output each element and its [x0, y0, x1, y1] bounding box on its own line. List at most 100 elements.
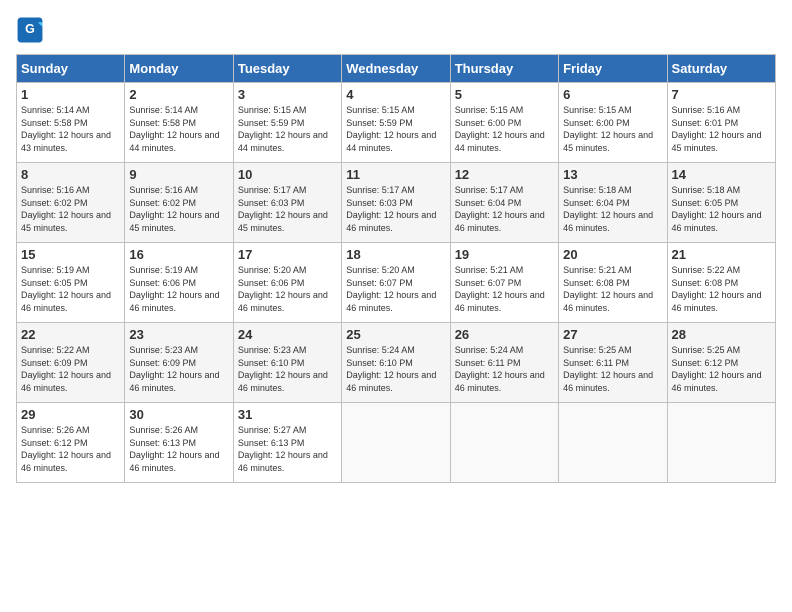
calendar-cell: 25 Sunrise: 5:24 AMSunset: 6:10 PMDayligh…: [342, 323, 450, 403]
day-info: Sunrise: 5:24 AMSunset: 6:11 PMDaylight:…: [455, 344, 554, 394]
calendar-cell: 14 Sunrise: 5:18 AMSunset: 6:05 PMDayligh…: [667, 163, 775, 243]
day-info: Sunrise: 5:25 AMSunset: 6:12 PMDaylight:…: [672, 344, 771, 394]
day-info: Sunrise: 5:18 AMSunset: 6:05 PMDaylight:…: [672, 184, 771, 234]
day-info: Sunrise: 5:14 AMSunset: 5:58 PMDaylight:…: [129, 104, 228, 154]
calendar-cell: 26Sunrise: 5:24 AMSunset: 6:11 PMDayligh…: [450, 323, 558, 403]
day-info: Sunrise: 5:19 AMSunset: 6:05 PMDaylight:…: [21, 264, 120, 314]
calendar-cell: [559, 403, 667, 483]
day-info: Sunrise: 5:17 AMSunset: 6:04 PMDaylight:…: [455, 184, 554, 234]
calendar-cell: 15 Sunrise: 5:19 AMSunset: 6:05 PMDayligh…: [17, 243, 125, 323]
day-number: 27: [563, 327, 662, 342]
day-info: Sunrise: 5:21 AMSunset: 6:08 PMDaylight:…: [563, 264, 662, 314]
day-info: Sunrise: 5:22 AMSunset: 6:08 PMDaylight:…: [672, 264, 771, 314]
calendar-cell: 22 Sunrise: 5:22 AMSunset: 6:09 PMDayligh…: [17, 323, 125, 403]
day-number: 14: [672, 167, 771, 182]
calendar-cell: 31 Sunrise: 5:27 AMSunset: 6:13 PMDayligh…: [233, 403, 341, 483]
day-info: Sunrise: 5:26 AMSunset: 6:12 PMDaylight:…: [21, 424, 120, 474]
calendar-cell: 17 Sunrise: 5:20 AMSunset: 6:06 PMDayligh…: [233, 243, 341, 323]
day-info: Sunrise: 5:18 AMSunset: 6:04 PMDaylight:…: [563, 184, 662, 234]
day-info: Sunrise: 5:15 AMSunset: 5:59 PMDaylight:…: [238, 104, 337, 154]
day-number: 16: [129, 247, 228, 262]
day-info: Sunrise: 5:19 AMSunset: 6:06 PMDaylight:…: [129, 264, 228, 314]
day-number: 5: [455, 87, 554, 102]
calendar-cell: 11Sunrise: 5:17 AMSunset: 6:03 PMDayligh…: [342, 163, 450, 243]
col-header-wednesday: Wednesday: [342, 55, 450, 83]
day-number: 31: [238, 407, 337, 422]
calendar-cell: 9Sunrise: 5:16 AMSunset: 6:02 PMDaylight…: [125, 163, 233, 243]
day-number: 29: [21, 407, 120, 422]
day-info: Sunrise: 5:17 AMSunset: 6:03 PMDaylight:…: [238, 184, 337, 234]
calendar-cell: 13 Sunrise: 5:18 AMSunset: 6:04 PMDayligh…: [559, 163, 667, 243]
day-number: 19: [455, 247, 554, 262]
calendar-cell: 8 Sunrise: 5:16 AMSunset: 6:02 PMDaylight…: [17, 163, 125, 243]
day-info: Sunrise: 5:15 AMSunset: 6:00 PMDaylight:…: [455, 104, 554, 154]
day-info: Sunrise: 5:24 AMSunset: 6:10 PMDaylight:…: [346, 344, 445, 394]
calendar-week-row: 1Sunrise: 5:14 AMSunset: 5:58 PMDaylight…: [17, 83, 776, 163]
day-number: 30: [129, 407, 228, 422]
day-info: Sunrise: 5:21 AMSunset: 6:07 PMDaylight:…: [455, 264, 554, 314]
day-number: 7: [672, 87, 771, 102]
calendar-cell: 30 Sunrise: 5:26 AMSunset: 6:13 PMDayligh…: [125, 403, 233, 483]
day-number: 6: [563, 87, 662, 102]
col-header-saturday: Saturday: [667, 55, 775, 83]
col-header-thursday: Thursday: [450, 55, 558, 83]
calendar-cell: 1Sunrise: 5:14 AMSunset: 5:58 PMDaylight…: [17, 83, 125, 163]
calendar-week-row: 15 Sunrise: 5:19 AMSunset: 6:05 PMDayligh…: [17, 243, 776, 323]
day-info: Sunrise: 5:16 AMSunset: 6:02 PMDaylight:…: [129, 184, 228, 234]
day-number: 15: [21, 247, 120, 262]
day-info: Sunrise: 5:16 AMSunset: 6:02 PMDaylight:…: [21, 184, 120, 234]
day-info: Sunrise: 5:27 AMSunset: 6:13 PMDaylight:…: [238, 424, 337, 474]
day-info: Sunrise: 5:23 AMSunset: 6:10 PMDaylight:…: [238, 344, 337, 394]
day-info: Sunrise: 5:26 AMSunset: 6:13 PMDaylight:…: [129, 424, 228, 474]
day-number: 13: [563, 167, 662, 182]
calendar-cell: 20 Sunrise: 5:21 AMSunset: 6:08 PMDayligh…: [559, 243, 667, 323]
calendar-cell: 10Sunrise: 5:17 AMSunset: 6:03 PMDayligh…: [233, 163, 341, 243]
day-info: Sunrise: 5:15 AMSunset: 6:00 PMDaylight:…: [563, 104, 662, 154]
day-number: 12: [455, 167, 554, 182]
calendar-table: SundayMondayTuesdayWednesdayThursdayFrid…: [16, 54, 776, 483]
day-number: 25: [346, 327, 445, 342]
calendar-cell: 23Sunrise: 5:23 AMSunset: 6:09 PMDayligh…: [125, 323, 233, 403]
logo: G: [16, 16, 48, 44]
calendar-cell: 5 Sunrise: 5:15 AMSunset: 6:00 PMDaylight…: [450, 83, 558, 163]
day-number: 8: [21, 167, 120, 182]
day-info: Sunrise: 5:20 AMSunset: 6:06 PMDaylight:…: [238, 264, 337, 314]
day-info: Sunrise: 5:23 AMSunset: 6:09 PMDaylight:…: [129, 344, 228, 394]
day-number: 21: [672, 247, 771, 262]
calendar-header-row: SundayMondayTuesdayWednesdayThursdayFrid…: [17, 55, 776, 83]
day-number: 22: [21, 327, 120, 342]
day-info: Sunrise: 5:14 AMSunset: 5:58 PMDaylight:…: [21, 104, 120, 154]
day-number: 11: [346, 167, 445, 182]
calendar-cell: 12 Sunrise: 5:17 AMSunset: 6:04 PMDayligh…: [450, 163, 558, 243]
calendar-cell: 6 Sunrise: 5:15 AMSunset: 6:00 PMDaylight…: [559, 83, 667, 163]
day-number: 2: [129, 87, 228, 102]
calendar-cell: 29 Sunrise: 5:26 AMSunset: 6:12 PMDayligh…: [17, 403, 125, 483]
day-number: 18: [346, 247, 445, 262]
day-number: 3: [238, 87, 337, 102]
calendar-cell: [667, 403, 775, 483]
day-number: 24: [238, 327, 337, 342]
day-info: Sunrise: 5:22 AMSunset: 6:09 PMDaylight:…: [21, 344, 120, 394]
day-number: 17: [238, 247, 337, 262]
day-number: 4: [346, 87, 445, 102]
header: G: [16, 16, 776, 44]
day-number: 28: [672, 327, 771, 342]
calendar-cell: 2 Sunrise: 5:14 AMSunset: 5:58 PMDaylight…: [125, 83, 233, 163]
calendar-cell: 21 Sunrise: 5:22 AMSunset: 6:08 PMDayligh…: [667, 243, 775, 323]
calendar-cell: 3 Sunrise: 5:15 AMSunset: 5:59 PMDaylight…: [233, 83, 341, 163]
col-header-sunday: Sunday: [17, 55, 125, 83]
calendar-cell: 16 Sunrise: 5:19 AMSunset: 6:06 PMDayligh…: [125, 243, 233, 323]
calendar-cell: 24 Sunrise: 5:23 AMSunset: 6:10 PMDayligh…: [233, 323, 341, 403]
calendar-cell: 27Sunrise: 5:25 AMSunset: 6:11 PMDayligh…: [559, 323, 667, 403]
day-number: 20: [563, 247, 662, 262]
col-header-friday: Friday: [559, 55, 667, 83]
day-info: Sunrise: 5:20 AMSunset: 6:07 PMDaylight:…: [346, 264, 445, 314]
day-info: Sunrise: 5:16 AMSunset: 6:01 PMDaylight:…: [672, 104, 771, 154]
svg-text:G: G: [25, 22, 35, 36]
calendar-cell: [450, 403, 558, 483]
calendar-cell: 18 Sunrise: 5:20 AMSunset: 6:07 PMDayligh…: [342, 243, 450, 323]
calendar-cell: 7 Sunrise: 5:16 AMSunset: 6:01 PMDaylight…: [667, 83, 775, 163]
calendar-cell: 28 Sunrise: 5:25 AMSunset: 6:12 PMDayligh…: [667, 323, 775, 403]
calendar-week-row: 8 Sunrise: 5:16 AMSunset: 6:02 PMDaylight…: [17, 163, 776, 243]
calendar-cell: 4Sunrise: 5:15 AMSunset: 5:59 PMDaylight…: [342, 83, 450, 163]
